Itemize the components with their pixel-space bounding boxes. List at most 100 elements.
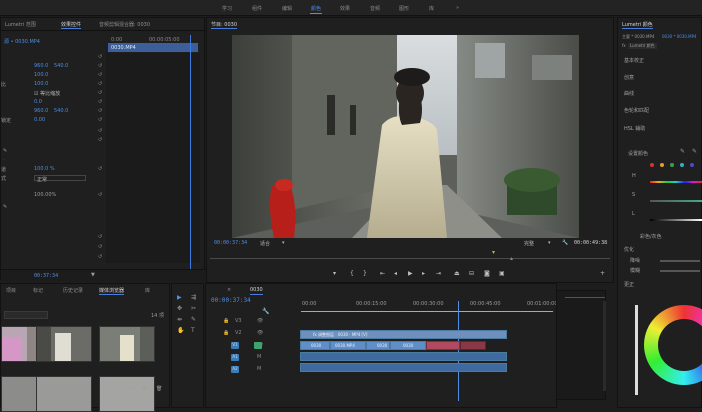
add-marker-icon[interactable]: ▾ (333, 270, 336, 277)
luminance-slider[interactable] (650, 219, 702, 221)
reset-icon[interactable]: ↺ (98, 108, 102, 114)
media-thumbnail[interactable] (99, 376, 155, 412)
tab-project[interactable]: 项目 (6, 287, 16, 294)
tab-media-browser[interactable]: 媒体浏览器 (99, 287, 125, 295)
reset-icon[interactable]: ↺ (98, 63, 102, 69)
fit-chevron-icon[interactable]: ▾ (282, 240, 285, 246)
ec-row-value[interactable]: 960.0 (34, 63, 48, 69)
type-tool-icon[interactable]: T (191, 327, 195, 334)
section-basic-correction[interactable]: 基本校正 (624, 57, 644, 64)
ec-row[interactable]: ↺ (1, 128, 191, 137)
source-clip[interactable]: 主要 * 0030.MP4 (622, 34, 654, 40)
tab-sequence[interactable]: 0030 (250, 287, 263, 295)
search-icon[interactable]: ⌕ (116, 386, 119, 392)
ec-row[interactable]: 式 正常 (1, 175, 191, 184)
ec-row[interactable]: ↺ (1, 137, 191, 146)
track-header[interactable]: V1👁 (215, 342, 297, 352)
ec-row[interactable]: 960.0 540.0 ↺ (1, 108, 191, 117)
blend-mode-select[interactable]: 正常 (34, 175, 86, 183)
fit-select[interactable]: 适合 (260, 240, 270, 247)
reset-icon[interactable]: ↺ (98, 137, 102, 143)
lift-icon[interactable]: ⏏ (454, 270, 460, 277)
track-name[interactable]: V1 (231, 342, 239, 349)
ec-row[interactable]: 960.0 540.0 ↺ (1, 63, 191, 72)
target-clip[interactable]: 0030 * 0030.MP4 (662, 34, 697, 39)
comparison-view-icon[interactable]: ▣ (499, 270, 505, 277)
plus-icon[interactable]: + (600, 270, 605, 277)
track-name[interactable]: A1 (231, 354, 239, 361)
tab-markers[interactable]: 标记 (33, 287, 43, 294)
tab-history[interactable]: 历史记录 (63, 287, 83, 294)
track-name[interactable]: A2 (231, 366, 239, 373)
project-search-input[interactable] (4, 311, 48, 319)
color-swatch-cyan[interactable] (680, 163, 684, 167)
ec-row[interactable]: ↺ (1, 254, 191, 263)
media-thumbnail[interactable] (36, 376, 92, 412)
ec-row[interactable]: 道 100.0 % ↺ (1, 166, 191, 175)
close-sequence-icon[interactable]: × (227, 287, 231, 293)
ec-row[interactable]: 锁定 0.00 ↺ (1, 117, 191, 126)
workspace-audio[interactable]: 音频 (370, 5, 380, 12)
ec-row-value[interactable]: 100.0 (34, 72, 48, 78)
uniform-scale-checkbox[interactable]: ☑ 等比缩放 (34, 90, 60, 97)
ec-row-value[interactable]: 0.00 (34, 117, 45, 123)
workspace-graphics[interactable]: 图形 (399, 5, 409, 12)
mark-out-icon[interactable]: } (363, 270, 367, 277)
media-thumbnail[interactable] (99, 326, 155, 362)
reset-icon[interactable]: ↺ (98, 254, 102, 260)
filter-icon[interactable]: ▼ (91, 272, 95, 278)
ec-row-value[interactable]: 960.0 (34, 108, 48, 114)
ec-row[interactable]: ☑ 等比缩放 ↺ (1, 90, 191, 99)
video-clip[interactable]: 0030 (390, 341, 426, 350)
timeline-playhead[interactable] (458, 301, 459, 401)
mute-button[interactable]: M (257, 354, 261, 360)
slip-tool-icon[interactable]: ⇹ (177, 316, 182, 323)
reset-icon[interactable]: ↺ (98, 81, 102, 87)
wrench-icon[interactable]: 🔧 (262, 308, 269, 315)
adjustment-layer-clip[interactable]: fx 调整图层 · 0030 · MP4 [V] (300, 330, 507, 339)
wrench-icon[interactable]: 🔧 (562, 240, 568, 246)
program-video-frame[interactable] (232, 35, 579, 238)
reset-icon[interactable]: ↺ (98, 128, 102, 134)
reset-icon[interactable]: ↺ (98, 54, 102, 60)
workspace-edit[interactable]: 编辑 (282, 5, 292, 12)
reset-icon[interactable]: ↺ (98, 234, 102, 240)
new-item-icon[interactable]: ▤ (142, 386, 147, 392)
track-header[interactable]: A2 M (215, 366, 297, 376)
section-hsl-secondary[interactable]: HSL 辅助 (624, 125, 645, 132)
media-thumbnail[interactable] (36, 326, 92, 362)
audio-clip[interactable] (300, 352, 507, 361)
timeline-timecode[interactable]: 00:00:37:34 (211, 297, 251, 304)
pen-tool-icon[interactable]: ✎ (191, 316, 196, 323)
workspace-libraries[interactable]: 库 (429, 5, 434, 12)
pen-tool-icon[interactable]: ✎ (3, 148, 7, 154)
monitor-timecode[interactable]: 00:00:37:34 (214, 240, 247, 246)
lock-icon[interactable]: 🔒 (223, 318, 229, 324)
new-bin-icon[interactable]: ▭ (128, 386, 133, 392)
ec-row[interactable]: 100.0 ↺ (1, 72, 191, 81)
ec-clip-bar[interactable]: 0030.MP4 (108, 43, 198, 52)
ec-row-value[interactable]: 0.0 (34, 99, 42, 105)
audio-clip[interactable] (300, 363, 507, 372)
section-color-wheels[interactable]: 色轮和匹配 (624, 107, 649, 114)
opacity-value[interactable]: 100.0 % (34, 166, 55, 172)
reset-icon[interactable]: ↺ (98, 166, 102, 172)
ec-row[interactable]: ↺ (1, 234, 191, 243)
monitor-scrubber[interactable] (210, 258, 610, 259)
quality-chevron-icon[interactable]: ▾ (548, 240, 551, 246)
hand-tool-icon[interactable]: ✋ (177, 327, 184, 334)
color-swatch-blue[interactable] (690, 163, 694, 167)
video-clip[interactable]: 0030 (366, 341, 390, 350)
ec-row[interactable]: ↺ (1, 244, 191, 253)
ec-row-value[interactable]: 100.0 (34, 81, 48, 87)
source-clip-label[interactable]: 源 • 0030.MP4 (4, 38, 40, 45)
workspace-effects[interactable]: 效果 (340, 5, 350, 12)
ec-row[interactable]: · (1, 157, 191, 166)
workspace-color[interactable]: 颜色 (309, 5, 323, 14)
workspace-assembly[interactable]: 组件 (252, 5, 262, 12)
eye-icon[interactable]: 👁 (257, 318, 263, 324)
tab-audio-clip-mixer[interactable]: 音频剪辑混合器: 0030 (99, 21, 150, 28)
tab-lumetri-color[interactable]: Lumetri 颜色 (622, 21, 653, 29)
saturation-slider[interactable] (650, 200, 702, 202)
video-clip[interactable]: 0030 (300, 341, 330, 350)
